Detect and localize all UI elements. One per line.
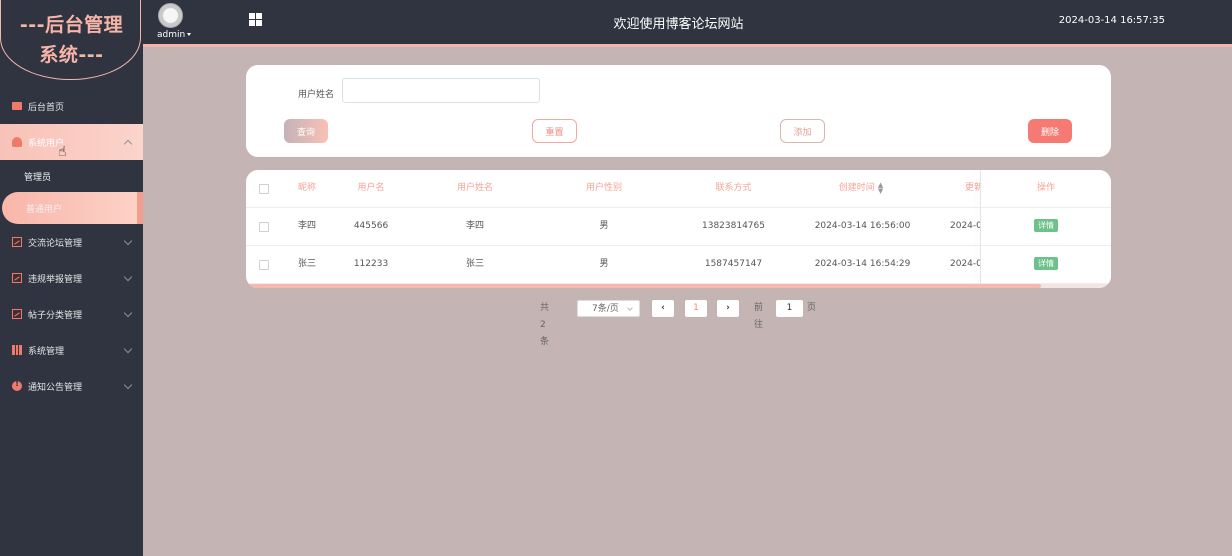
logo-line2: 系统--- [39, 44, 104, 66]
top-header: admin 欢迎使用博客论坛网站 2024-03-14 16:57:35 [143, 0, 1232, 44]
select-all-checkbox[interactable] [259, 184, 269, 194]
sidebar-item-system-users[interactable]: 系统用户 [0, 124, 143, 160]
column-header-updated: 更新 [965, 183, 980, 193]
column-header-created-label: 创建时间 [838, 183, 875, 193]
sidebar-item-reports[interactable]: 违规举报管理 [0, 260, 143, 296]
user-table: 昵称 用户名 用户姓名 用户性别 联系方式 创建时间 ▲ ▼ 更新 李四 44556… [246, 170, 1111, 288]
sidebar-item-label: 通知公告管理 [28, 382, 83, 393]
page-number-button[interactable]: 1 [685, 300, 707, 317]
sidebar-item-post-categories[interactable]: 帖子分类管理 [0, 296, 143, 332]
cell-updated: 2024-03 [950, 259, 980, 269]
search-panel: 用户姓名 查询 重置 添加 删除 [246, 65, 1111, 157]
chart-icon [12, 237, 22, 247]
chevron-up-icon [123, 139, 133, 149]
alert-icon [12, 379, 22, 391]
row-checkbox[interactable] [259, 260, 269, 270]
realname-input[interactable] [342, 78, 540, 103]
sidebar-item-label: 后台首页 [28, 102, 65, 113]
cell-actions: 详情 [981, 208, 1111, 246]
sidebar-item-home[interactable]: 后台首页 [0, 88, 143, 124]
row-checkbox[interactable] [259, 222, 269, 232]
detail-button[interactable]: 详情 [1034, 219, 1058, 232]
cell-actions: 详情 [981, 246, 1111, 284]
cell-nickname: 李四 [297, 221, 316, 231]
reset-button[interactable]: 重置 [532, 119, 577, 143]
cell-created: 2024-03-14 16:54:29 [814, 259, 911, 269]
cell-created: 2024-03-14 16:56:00 [814, 221, 911, 231]
logo-line1: ---后台管理 [19, 14, 124, 36]
header-clock: 2024-03-14 16:57:35 [1058, 15, 1165, 26]
chevron-down-icon [123, 308, 133, 318]
sidebar-item-notices[interactable]: 通知公告管理 [0, 368, 143, 404]
chevron-down-icon [123, 344, 133, 354]
column-header-actions: 操作 [981, 170, 1111, 208]
cell-updated: 2024-03 [950, 221, 980, 231]
goto-page-input[interactable]: 1 [776, 300, 803, 317]
chart-icon [12, 309, 22, 319]
caret-down-icon [187, 33, 192, 36]
sidebar-item-label: 系统管理 [28, 346, 65, 357]
detail-button[interactable]: 详情 [1034, 257, 1058, 270]
sort-icon[interactable]: ▲ ▼ [878, 181, 883, 194]
goto-label: 前往 [754, 303, 764, 330]
horizontal-scrollbar-thumb[interactable] [246, 284, 1041, 288]
page-title: 欢迎使用博客论坛网站 [613, 17, 744, 32]
cell-realname: 张三 [465, 259, 484, 269]
page-size-select[interactable]: 7条/页 [577, 300, 640, 317]
chart-icon [12, 273, 22, 283]
bar-chart-icon [12, 345, 22, 355]
fixed-action-column: 操作 详情 详情 [981, 170, 1111, 284]
cell-username: 445566 [353, 221, 389, 231]
column-header-realname: 用户姓名 [456, 183, 493, 193]
sidebar: ---后台管理 系统--- 后台首页 系统用户 管理员 普通用户 交流论坛管理 … [0, 0, 143, 556]
cell-phone: 1587457147 [704, 259, 763, 269]
next-page-button[interactable]: › [717, 300, 739, 317]
chevron-down-icon [123, 380, 133, 390]
sidebar-item-label: 交流论坛管理 [28, 238, 83, 249]
search-button[interactable]: 查询 [284, 119, 328, 143]
prev-page-button[interactable]: ‹ [652, 300, 674, 317]
chevron-down-icon [123, 272, 133, 282]
chevron-down-icon [123, 236, 133, 246]
sidebar-item-system-admin[interactable]: 系统管理 [0, 332, 143, 368]
logo: ---后台管理 系统--- [0, 0, 143, 82]
sidebar-subitem-admin[interactable]: 管理员 [0, 160, 143, 192]
column-header-phone: 联系方式 [715, 183, 752, 193]
cell-gender: 男 [599, 221, 609, 231]
delete-button[interactable]: 删除 [1028, 119, 1072, 143]
add-button[interactable]: 添加 [780, 119, 825, 143]
sidebar-menu: 后台首页 系统用户 管理员 普通用户 交流论坛管理 违规举报管理 帖子分类管理 [0, 88, 143, 404]
cell-username: 112233 [353, 259, 389, 269]
cell-gender: 男 [599, 259, 609, 269]
user-icon [12, 137, 22, 147]
sidebar-subitem-label: 管理员 [24, 172, 52, 183]
monitor-icon [12, 102, 22, 110]
sidebar-item-label: 帖子分类管理 [28, 310, 83, 321]
realname-label: 用户姓名 [298, 90, 335, 100]
column-header-username: 用户名 [357, 183, 385, 193]
sidebar-subitem-label: 普通用户 [26, 204, 63, 215]
pagination-total: 共 2 条 [540, 303, 550, 347]
sidebar-subitem-normal-user[interactable]: 普通用户 [2, 192, 143, 224]
cell-phone: 13823814765 [702, 221, 765, 231]
cell-realname: 李四 [465, 221, 484, 231]
column-header-nickname: 昵称 [297, 183, 316, 193]
cell-nickname: 张三 [297, 259, 316, 269]
hand-cursor-icon: ☝ [58, 144, 67, 160]
goto-unit: 页 [807, 303, 817, 313]
sidebar-item-label: 违规举报管理 [28, 274, 83, 285]
column-header-gender: 用户性别 [585, 183, 622, 193]
sidebar-item-forum[interactable]: 交流论坛管理 [0, 224, 143, 260]
header-divider [143, 44, 1232, 47]
column-header-created[interactable]: 创建时间 ▲ ▼ [811, 170, 911, 207]
